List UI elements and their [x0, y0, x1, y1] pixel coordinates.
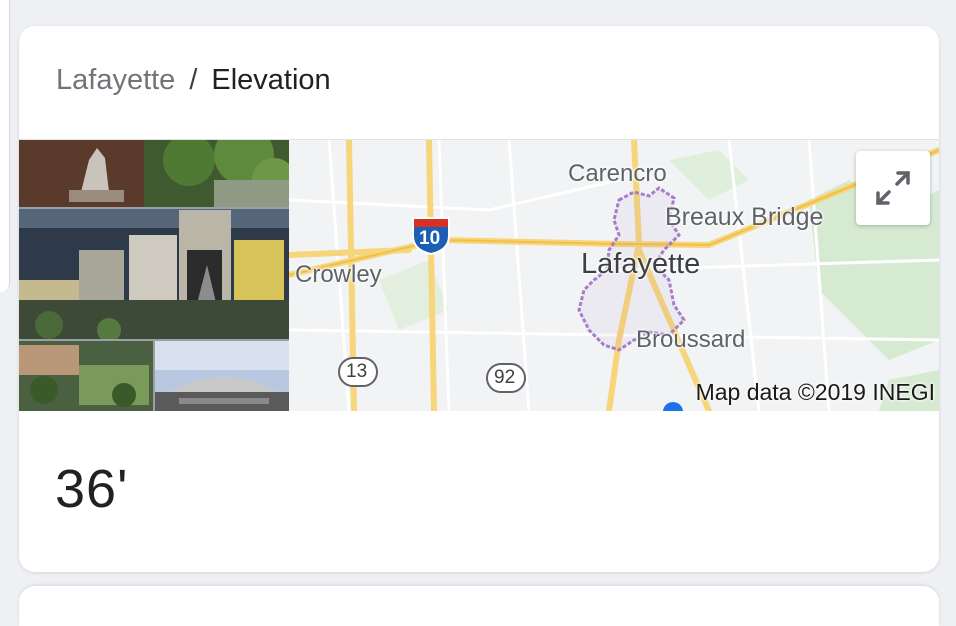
side-panel-edge: [0, 0, 10, 292]
breadcrumb-topic: Elevation: [211, 64, 331, 96]
map-attribution[interactable]: Map data ©2019 INEGI: [696, 379, 935, 406]
media-strip: 10 13 92 Carencro Breaux Bridge Lafayett…: [19, 139, 939, 411]
expand-map-button[interactable]: [856, 151, 930, 225]
breadcrumb: Lafayette / Elevation: [56, 62, 331, 98]
route-92-label: 92: [494, 367, 516, 388]
breadcrumb-separator: /: [189, 64, 198, 96]
interstate-10-label: 10: [419, 228, 441, 249]
next-card: [19, 586, 939, 626]
map-label-carencro: Carencro: [568, 160, 667, 187]
city-photo-collage[interactable]: [19, 140, 290, 411]
elevation-card: Lafayette / Elevation 10 13 92 Carencro …: [19, 26, 939, 572]
location-map[interactable]: 10 13 92 Carencro Breaux Bridge Lafayett…: [289, 140, 939, 411]
map-label-broussard: Broussard: [636, 326, 746, 353]
map-label-breaux-bridge: Breaux Bridge: [665, 203, 824, 231]
breadcrumb-place[interactable]: Lafayette: [56, 64, 175, 96]
collage-image: [19, 140, 289, 411]
map-label-lafayette: Lafayette: [581, 248, 701, 280]
expand-icon: [876, 171, 910, 205]
map-label-crowley: Crowley: [295, 261, 382, 288]
elevation-value: 36': [55, 459, 129, 519]
route-13-label: 13: [346, 361, 368, 382]
